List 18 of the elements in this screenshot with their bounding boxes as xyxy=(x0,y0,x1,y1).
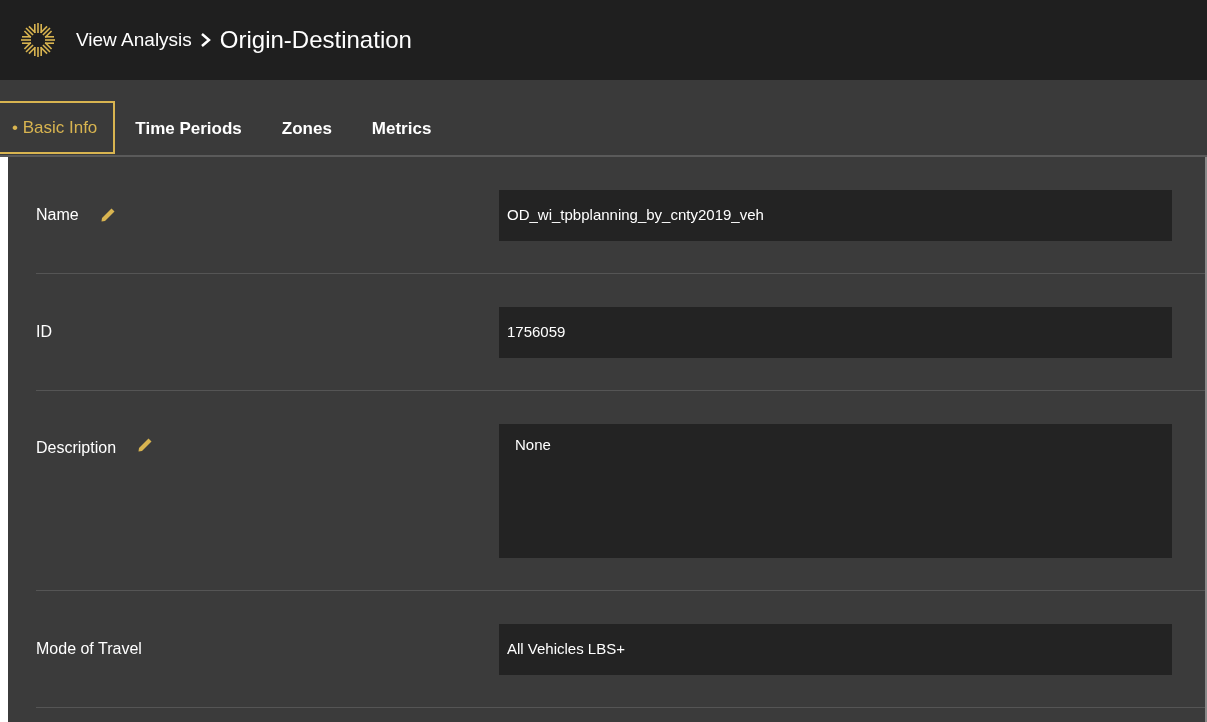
tab[interactable]: • Basic Info xyxy=(0,101,116,154)
page-title: Origin-Destination xyxy=(219,25,412,55)
field-label: Name xyxy=(36,205,79,225)
text-field[interactable]: 1756059 xyxy=(499,306,1172,358)
field-label: ID xyxy=(36,322,52,342)
field-label: Mode of Travel xyxy=(36,639,142,659)
text-field[interactable]: OD_wi_tpbplanning_by_cnty2019_veh xyxy=(499,189,1172,241)
text-field[interactable]: All Vehicles LBS+ xyxy=(499,623,1172,675)
field-label: Description xyxy=(36,438,117,458)
pencil-icon[interactable] xyxy=(98,206,117,224)
tab[interactable]: Metrics xyxy=(351,102,452,155)
breadcrumb-link[interactable]: View Analysis xyxy=(76,25,192,55)
pencil-icon[interactable] xyxy=(136,436,155,454)
tab[interactable]: Time Periods xyxy=(115,102,262,155)
description-field[interactable]: None xyxy=(499,424,1172,558)
logo-icon xyxy=(20,22,56,58)
tab[interactable]: Zones xyxy=(261,102,352,155)
chevron-icon xyxy=(199,32,212,48)
